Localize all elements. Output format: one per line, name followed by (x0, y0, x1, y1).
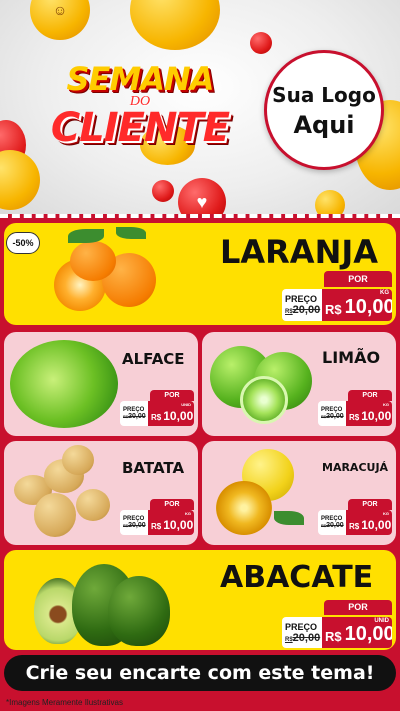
cta-banner[interactable]: Crie seu encarte com este tema! (4, 655, 396, 691)
price-tag: POR PREÇO R$20,00 R$ 10,00 UNID (278, 600, 392, 648)
product-card-maracuja[interactable]: MARACUJÁ POR PREÇO R$20,00 R$ 10,00 KG (202, 441, 396, 545)
product-name: MARACUJÁ (322, 461, 389, 474)
new-price: 10,00 (163, 409, 194, 423)
currency: R$ (151, 522, 162, 531)
product-card-alface[interactable]: ALFACE POR PREÇO R$20,00 R$ 10,00 UNID (4, 332, 198, 436)
new-price: 10,00 (344, 296, 392, 318)
unit-label: KG (383, 402, 389, 407)
old-price: R$20,00 (285, 304, 321, 316)
product-name: BATATA (122, 459, 185, 477)
title-line-3: CLIENTE (50, 105, 230, 151)
unit-label: KG (185, 511, 191, 516)
product-card-limao[interactable]: LIMÃO POR PREÇO R$20,00 R$ 10,00 KG (202, 332, 396, 436)
por-label: POR (324, 600, 392, 615)
product-card-abacate[interactable]: ABACATE POR PREÇO R$20,00 R$ 10,00 UNID (4, 550, 396, 650)
orange-image (70, 241, 116, 281)
price-tag: POR PREÇO R$20,00 R$ 10,00 KG (118, 499, 194, 535)
old-price: R$20,00 (285, 631, 321, 644)
heart-icon: ♥ (178, 178, 226, 218)
title-line-1: SEMANA (66, 60, 214, 98)
currency: R$ (325, 629, 342, 644)
por-label: POR (348, 390, 392, 401)
price-tag: POR PREÇO R$20,00 R$ 10,00 UNID (118, 390, 194, 426)
avocado-image (108, 576, 170, 646)
product-card-batata[interactable]: BATATA POR PREÇO R$20,00 R$ 10,00 KG (4, 441, 198, 545)
potato-image (34, 493, 76, 537)
old-price: R$20,00 (321, 522, 344, 529)
smiley-emoji-icon (0, 150, 40, 210)
logo-line-1: Sua Logo (272, 83, 376, 107)
header-banner: ☺ ♥ SEMANA DO CLIENTE Sua Logo Aqui (0, 0, 400, 218)
product-name: LARANJA (220, 233, 379, 271)
por-label: POR (348, 499, 392, 510)
smiley-emoji-icon: ☺ (30, 0, 90, 40)
product-name: ALFACE (122, 350, 185, 368)
unit-label: UNID (181, 402, 191, 407)
product-name: LIMÃO (322, 348, 381, 367)
new-price: 10,00 (344, 623, 392, 645)
por-label: POR (150, 499, 194, 510)
potato-image (76, 489, 110, 521)
lime-slice-image (240, 376, 288, 424)
por-label: POR (150, 390, 194, 401)
discount-badge: -50% (6, 232, 40, 254)
lettuce-image (10, 340, 118, 428)
unit-label: KG (380, 290, 389, 296)
new-price: 10,00 (163, 518, 194, 532)
leaf-image (274, 511, 304, 525)
smiley-emoji-icon (130, 0, 220, 50)
passion-fruit-half-image (216, 481, 272, 535)
price-tag: POR PREÇO R$20,00 R$ 10,00 KG (278, 271, 392, 321)
leaf-image (116, 227, 146, 239)
red-emoji-icon (250, 32, 272, 54)
preco-label: PREÇO (285, 294, 318, 304)
preco-label: PREÇO (285, 621, 318, 632)
currency: R$ (151, 413, 162, 422)
potato-image (62, 445, 94, 475)
currency: R$ (349, 522, 360, 531)
old-price: R$20,00 (123, 522, 146, 529)
old-price: R$20,00 (123, 413, 146, 420)
price-tag: POR PREÇO R$20,00 R$ 10,00 KG (316, 499, 392, 535)
por-label: POR (324, 271, 392, 287)
unit-label: UNID (374, 618, 389, 624)
product-name: ABACATE (220, 560, 374, 595)
new-price: 10,00 (361, 518, 392, 532)
logo-placeholder[interactable]: Sua Logo Aqui (264, 50, 384, 170)
old-price: R$20,00 (321, 413, 344, 420)
price-tag: POR PREÇO R$20,00 R$ 10,00 KG (316, 390, 392, 426)
product-card-laranja[interactable]: LARANJA POR PREÇO R$20,00 R$ 10,00 KG (4, 223, 396, 325)
unit-label: KG (383, 511, 389, 516)
currency: R$ (325, 302, 342, 317)
new-price: 10,00 (361, 409, 392, 423)
footnote: *Imagens Meramente Ilustrativas (6, 698, 123, 707)
leaf-image (68, 229, 104, 243)
currency: R$ (349, 413, 360, 422)
campaign-title: SEMANA DO CLIENTE (20, 62, 260, 148)
logo-line-2: Aqui (293, 111, 355, 139)
red-emoji-icon (152, 180, 174, 202)
